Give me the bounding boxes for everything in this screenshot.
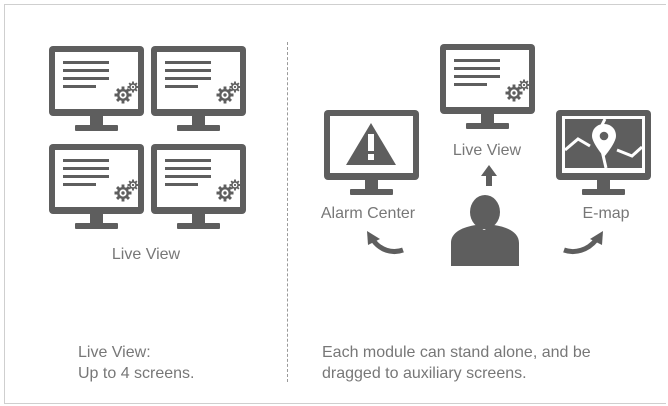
curved-arrow-icon [563, 231, 603, 255]
right-description-line2: dragged to auxiliary screens. [322, 365, 527, 382]
alarm-center-label: Alarm Center [320, 205, 416, 222]
emap-label: E-map [582, 205, 630, 222]
live-view-module-monitor [440, 44, 535, 129]
live-view-monitor-4 [151, 144, 246, 229]
emap-monitor [556, 110, 651, 195]
map-icon [564, 118, 644, 169]
live-view-monitor-3 [49, 144, 144, 229]
left-description-line1: Live View: [78, 344, 151, 361]
user-icon [451, 195, 519, 266]
live-view-monitor-2 [151, 46, 246, 131]
live-view-module-label: Live View [452, 142, 522, 159]
left-description-line2: Up to 4 screens. [78, 365, 195, 382]
curved-arrow-icon [367, 231, 404, 255]
arrow-up-icon [481, 165, 497, 186]
right-description-line1: Each module can stand alone, and be [322, 344, 591, 361]
live-view-caption: Live View [111, 246, 181, 263]
live-view-monitor-1 [49, 46, 144, 131]
alarm-center-monitor [324, 110, 419, 195]
